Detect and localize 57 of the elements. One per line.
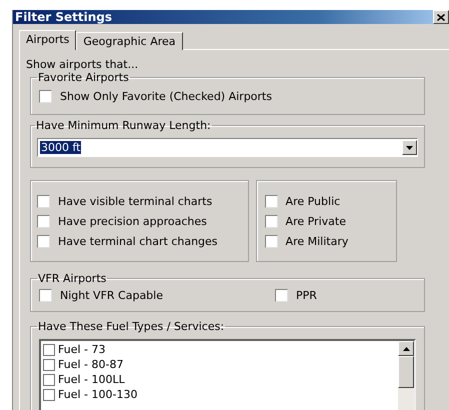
checkbox-label: Are Public [286,194,340,208]
checkbox-box[interactable] [43,374,55,386]
checkbox-label: Have terminal chart changes [58,234,218,248]
scroll-up-button[interactable] [398,341,414,356]
group-title: Have Minimum Runway Length: [35,119,212,132]
intro-text: Show airports that... [26,58,140,71]
item-label: Fuel - 100-130 [58,388,138,401]
close-button[interactable] [433,10,449,24]
checkbox-box[interactable] [43,358,55,370]
checkbox-box[interactable] [37,234,50,248]
list-item[interactable]: Fuel - 80-87 [43,357,396,372]
checkbox-box[interactable] [264,234,278,248]
checkbox-label: Are Private [286,214,346,228]
scroll-thumb[interactable] [398,356,414,388]
checkbox-label: Night VFR Capable [60,288,163,302]
checkbox[interactable]: Have visible terminal charts [37,191,218,211]
checkbox-box[interactable] [275,288,288,302]
scroll-bar[interactable] [398,341,414,410]
checkbox-box[interactable] [37,214,50,228]
checkbox[interactable]: Are Military [264,231,348,251]
dropdown-value: 3000 ft [40,141,82,154]
caret-icon [402,346,410,350]
checkbox-label: PPR [296,288,317,302]
checkbox[interactable]: Are Public [264,191,348,211]
checkbox-box[interactable] [37,194,50,208]
runway-dropdown[interactable]: 3000 ft [37,138,418,157]
checkbox[interactable]: Show Only Favorite (Checked) Airports [39,86,416,106]
checkbox-box[interactable] [39,288,52,302]
checkbox-label: Show Only Favorite (Checked) Airports [60,90,272,102]
tab[interactable]: Geographic Area [76,32,183,50]
group-title: VFR Airports [37,272,108,285]
list-item[interactable]: Fuel - 100LL [43,372,396,387]
group-title: Have These Fuel Types / Services: [37,320,226,333]
checkbox-label: Have visible terminal charts [58,194,212,208]
checkbox[interactable]: Night VFR Capable [39,285,275,305]
checkbox[interactable]: Are Private [264,211,348,231]
checkbox-box[interactable] [264,214,278,228]
group-title: Favorite Airports [37,71,130,84]
checkbox-box[interactable] [43,388,55,400]
dropdown-button[interactable] [402,140,417,155]
checkbox[interactable]: Have terminal chart changes [37,231,218,251]
tab[interactable]: Airports [19,30,76,50]
checkbox[interactable]: PPR [275,285,317,305]
list-item[interactable]: Fuel - 73 [43,342,396,357]
item-label: Fuel - 73 [58,343,106,356]
close-icon [437,14,445,20]
checkbox-label: Are Military [286,234,348,248]
item-label: Fuel - 80-87 [58,358,124,371]
checkbox-box[interactable] [39,90,52,102]
caret-icon [406,146,413,150]
list-item[interactable]: Fuel - 100-130 [43,387,396,402]
window-title: Filter Settings [15,10,112,24]
checkbox-box[interactable] [264,194,278,208]
checkbox-box[interactable] [43,344,55,356]
checkbox-label: Have precision approaches [58,214,207,228]
item-label: Fuel - 100LL [58,373,125,386]
checkbox[interactable]: Have precision approaches [37,211,218,231]
